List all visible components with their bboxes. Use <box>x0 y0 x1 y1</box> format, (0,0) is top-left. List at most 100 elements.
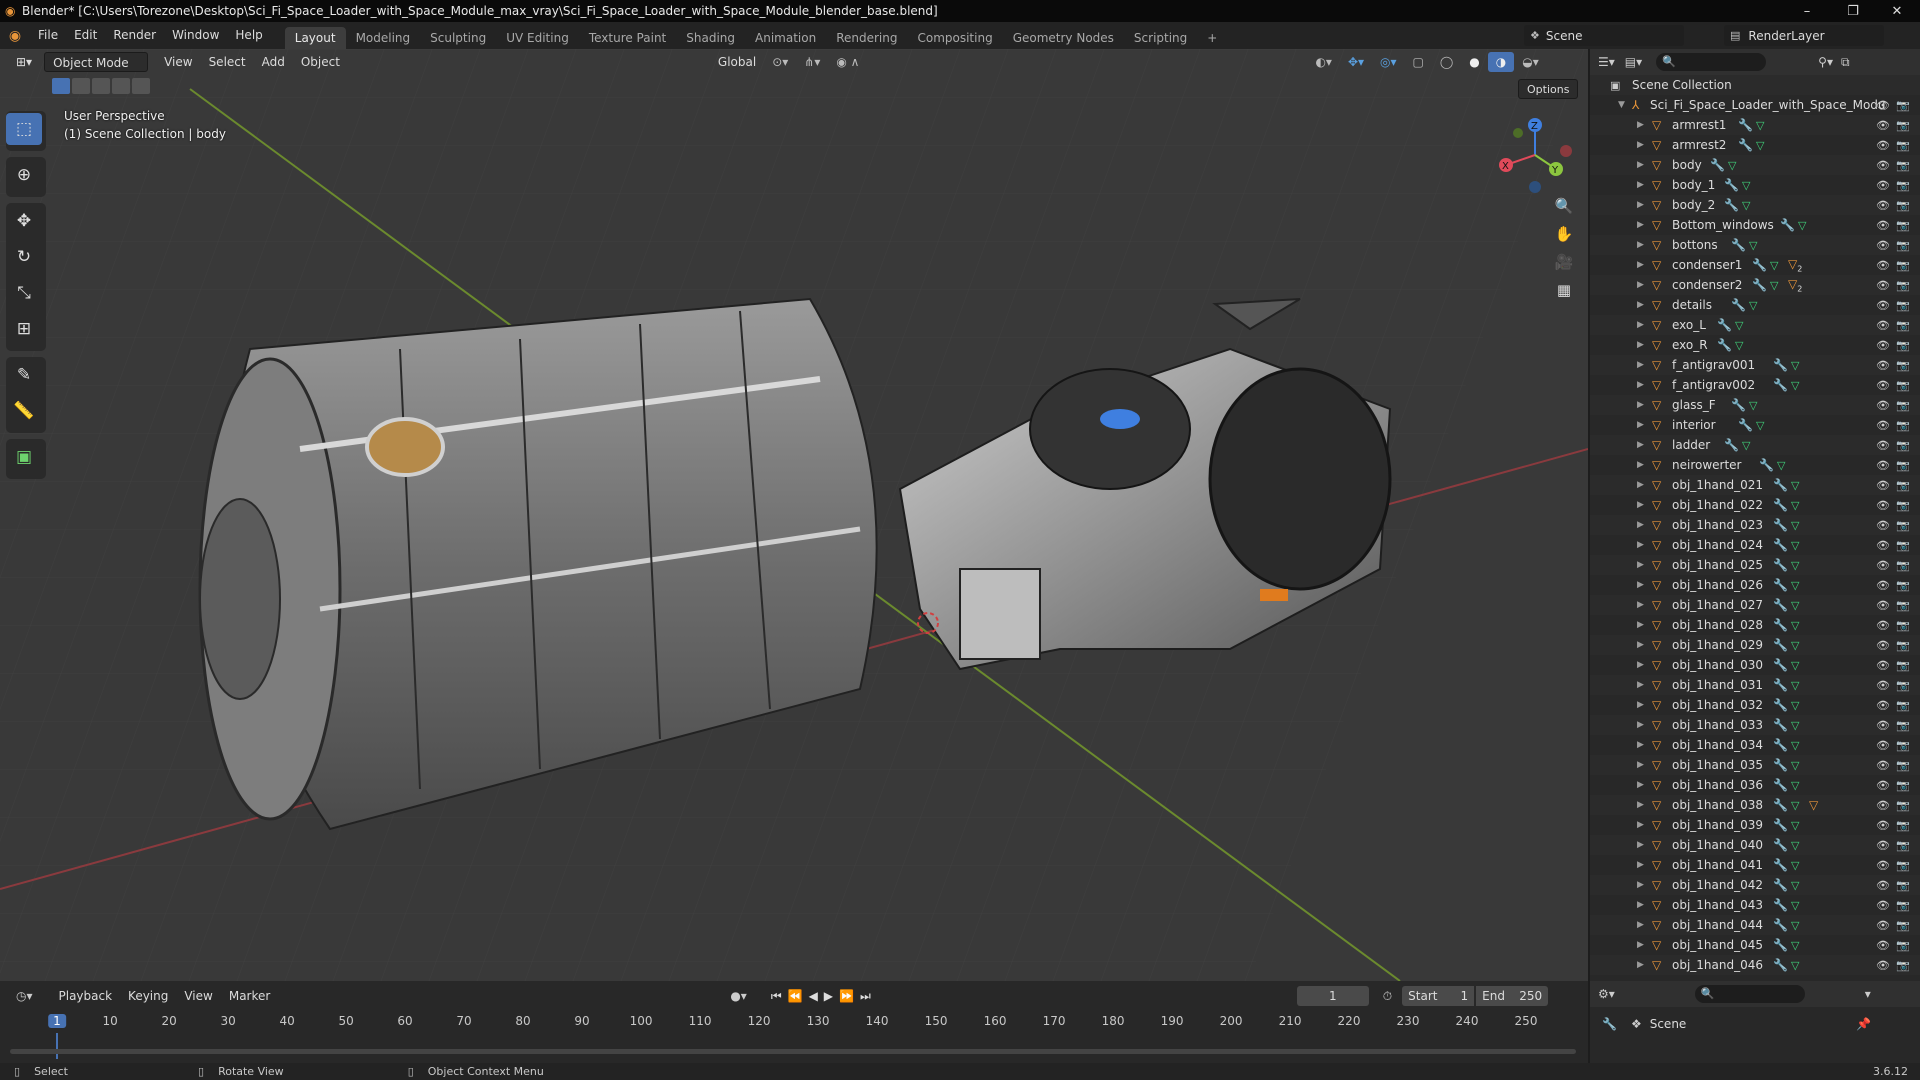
expand-arrow-icon[interactable]: ▶ <box>1637 640 1644 650</box>
expand-arrow-icon[interactable]: ▶ <box>1637 760 1644 770</box>
visibility-eye-icon[interactable]: 👁 <box>1876 699 1890 712</box>
outliner-object-row[interactable]: ▶ ▽ obj_1hand_042 🔧 ▽ 👁 📷 <box>1590 875 1920 895</box>
render-camera-icon[interactable]: 📷 <box>1896 439 1910 452</box>
render-camera-icon[interactable]: 📷 <box>1896 419 1910 432</box>
playback-controls[interactable]: ⏮⏪◀▶⏩⏭ <box>771 989 877 1004</box>
mesh-data-icon[interactable]: ▽ <box>1770 259 1778 272</box>
menu-add[interactable]: Add <box>254 52 293 72</box>
expand-arrow-icon[interactable]: ▶ <box>1637 120 1644 130</box>
mesh-data-icon[interactable]: ▽ <box>1791 799 1799 812</box>
outliner-object-row[interactable]: ▶ ▽ obj_1hand_044 🔧 ▽ 👁 📷 <box>1590 915 1920 935</box>
render-camera-icon[interactable]: 📷 <box>1896 879 1910 892</box>
outliner-object-row[interactable]: ▶ ▽ details 🔧 ▽ 👁 📷 <box>1590 295 1920 315</box>
modifier-wrench-icon[interactable]: 🔧 <box>1731 398 1746 412</box>
modifier-wrench-icon[interactable]: 🔧 <box>1738 118 1753 132</box>
expand-arrow-icon[interactable]: ▶ <box>1637 360 1644 370</box>
overlay-toggle-icon[interactable]: ◎▾ <box>1372 52 1405 72</box>
render-camera-icon[interactable]: 📷 <box>1896 359 1910 372</box>
modifier-wrench-icon[interactable]: 🔧 <box>1773 478 1788 492</box>
render-camera-icon[interactable]: 📷 <box>1896 659 1910 672</box>
visibility-eye-icon[interactable]: 👁 <box>1876 379 1890 392</box>
render-camera-icon[interactable]: 📷 <box>1896 599 1910 612</box>
timeline-scrollbar[interactable] <box>10 1049 1576 1054</box>
timeline-ruler[interactable]: 1 10 20 30 40 50 60 70 80 90 100 110 120 130 140 150 160… <box>0 1011 1588 1059</box>
editor-type-button[interactable]: ⊞▾ <box>8 52 40 72</box>
select-new-icon[interactable] <box>52 78 70 94</box>
expand-arrow-icon[interactable]: ▶ <box>1637 580 1644 590</box>
visibility-eye-icon[interactable]: 👁 <box>1876 279 1890 292</box>
mesh-data-icon[interactable]: ▽ <box>1749 299 1757 312</box>
outliner-object-row[interactable]: ▶ ▽ obj_1hand_031 🔧 ▽ 👁 📷 <box>1590 675 1920 695</box>
mesh-data-icon[interactable]: ▽ <box>1791 559 1799 572</box>
mesh-data-icon[interactable]: ▽ <box>1791 619 1799 632</box>
mesh-data-icon[interactable]: ▽ <box>1791 659 1799 672</box>
expand-arrow-icon[interactable]: ▶ <box>1637 780 1644 790</box>
render-camera-icon[interactable]: 📷 <box>1896 179 1910 192</box>
modifier-wrench-icon[interactable]: 🔧 <box>1710 158 1725 172</box>
mesh-data-icon[interactable]: ▽ <box>1791 899 1799 912</box>
visibility-eye-icon[interactable]: 👁 <box>1876 579 1890 592</box>
visibility-eye-icon[interactable]: 👁 <box>1876 159 1890 172</box>
visibility-eye-icon[interactable]: 👁 <box>1876 459 1890 472</box>
expand-arrow-icon[interactable]: ▶ <box>1637 420 1644 430</box>
modifier-wrench-icon[interactable]: 🔧 <box>1773 858 1788 872</box>
expand-arrow-icon[interactable]: ▶ <box>1637 820 1644 830</box>
outliner-object-row[interactable]: ▶ ▽ f_antigrav002 🔧 ▽ 👁 📷 <box>1590 375 1920 395</box>
xray-toggle-icon[interactable]: ▢ <box>1405 52 1432 72</box>
select-invert-icon[interactable] <box>112 78 130 94</box>
visibility-eye-icon[interactable]: 👁 <box>1876 939 1890 952</box>
visibility-eye-icon[interactable]: 👁 <box>1876 819 1890 832</box>
expand-arrow-icon[interactable]: ▶ <box>1637 280 1644 290</box>
measure-tool-icon[interactable]: 📏 <box>6 395 42 427</box>
properties-editor-icon[interactable]: ⚙▾ <box>1598 987 1615 1001</box>
visibility-eye-icon[interactable]: 👁 <box>1876 559 1890 572</box>
modifier-wrench-icon[interactable]: 🔧 <box>1773 838 1788 852</box>
perspective-toggle-icon[interactable]: ▦ <box>1552 281 1576 309</box>
playhead[interactable] <box>56 1033 58 1059</box>
modifier-wrench-icon[interactable]: 🔧 <box>1773 598 1788 612</box>
modifier-wrench-icon[interactable]: 🔧 <box>1773 938 1788 952</box>
tool-properties-icon[interactable]: 🔧 <box>1602 1017 1617 1031</box>
modifier-wrench-icon[interactable]: 🔧 <box>1773 738 1788 752</box>
child-object-icon[interactable]: ▽ <box>1809 798 1818 812</box>
menu-timeline-view[interactable]: View <box>176 986 220 1006</box>
shading-solid-icon[interactable]: ● <box>1461 52 1487 72</box>
modifier-wrench-icon[interactable]: 🔧 <box>1773 818 1788 832</box>
menu-edit[interactable]: Edit <box>66 22 105 49</box>
snap-icon[interactable]: ⋔▾ <box>796 52 828 72</box>
mode-selector[interactable]: Object Mode <box>44 52 149 72</box>
visibility-eye-icon[interactable]: 👁 <box>1876 319 1890 332</box>
collapse-arrow-icon[interactable]: ▼ <box>1618 100 1625 110</box>
modifier-wrench-icon[interactable]: 🔧 <box>1773 558 1788 572</box>
expand-arrow-icon[interactable]: ▶ <box>1637 840 1644 850</box>
outliner-object-row[interactable]: ▶ ▽ condenser1 🔧 ▽ ▽2 👁 📷 <box>1590 255 1920 275</box>
render-camera-icon[interactable]: 📷 <box>1896 559 1910 572</box>
outliner-object-row[interactable]: ▶ ▽ obj_1hand_029 🔧 ▽ 👁 📷 <box>1590 635 1920 655</box>
end-frame-field[interactable]: End 250 <box>1476 986 1549 1006</box>
mesh-data-icon[interactable]: ▽ <box>1791 779 1799 792</box>
outliner-object-row[interactable]: ▶ ▽ obj_1hand_040 🔧 ▽ 👁 📷 <box>1590 835 1920 855</box>
modifier-wrench-icon[interactable]: 🔧 <box>1773 578 1788 592</box>
modifier-wrench-icon[interactable]: 🔧 <box>1773 718 1788 732</box>
outliner-object-row[interactable]: ▶ ▽ obj_1hand_034 🔧 ▽ 👁 📷 <box>1590 735 1920 755</box>
visibility-icon[interactable]: ◐▾ <box>1307 52 1340 72</box>
render-camera-icon[interactable]: 📷 <box>1896 459 1910 472</box>
annotate-tool-icon[interactable]: ✎ <box>6 359 42 391</box>
pivot-point-icon[interactable]: ⊙▾ <box>764 52 796 72</box>
mesh-data-icon[interactable]: ▽ <box>1749 239 1757 252</box>
mesh-data-icon[interactable]: ▽ <box>1777 459 1785 472</box>
visibility-eye-icon[interactable]: 👁 <box>1876 399 1890 412</box>
render-camera-icon[interactable]: 📷 <box>1896 219 1910 232</box>
modifier-wrench-icon[interactable]: 🔧 <box>1773 918 1788 932</box>
mesh-data-icon[interactable]: ▽ <box>1728 159 1736 172</box>
modifier-wrench-icon[interactable]: 🔧 <box>1759 458 1774 472</box>
mesh-data-icon[interactable]: ▽ <box>1742 439 1750 452</box>
outliner-object-row[interactable]: ▶ ▽ obj_1hand_046 🔧 ▽ 👁 📷 <box>1590 955 1920 975</box>
outliner-object-row[interactable]: ▶ ▽ body_1 🔧 ▽ 👁 📷 <box>1590 175 1920 195</box>
outliner-object-row[interactable]: ▶ ▽ obj_1hand_036 🔧 ▽ 👁 📷 <box>1590 775 1920 795</box>
rotate-tool-icon[interactable]: ↻ <box>6 241 42 273</box>
properties-options-icon[interactable]: ▾ <box>1865 987 1871 1001</box>
expand-arrow-icon[interactable]: ▶ <box>1637 300 1644 310</box>
modifier-wrench-icon[interactable]: 🔧 <box>1773 798 1788 812</box>
select-box-tool-icon[interactable]: ⬚ <box>6 113 42 145</box>
